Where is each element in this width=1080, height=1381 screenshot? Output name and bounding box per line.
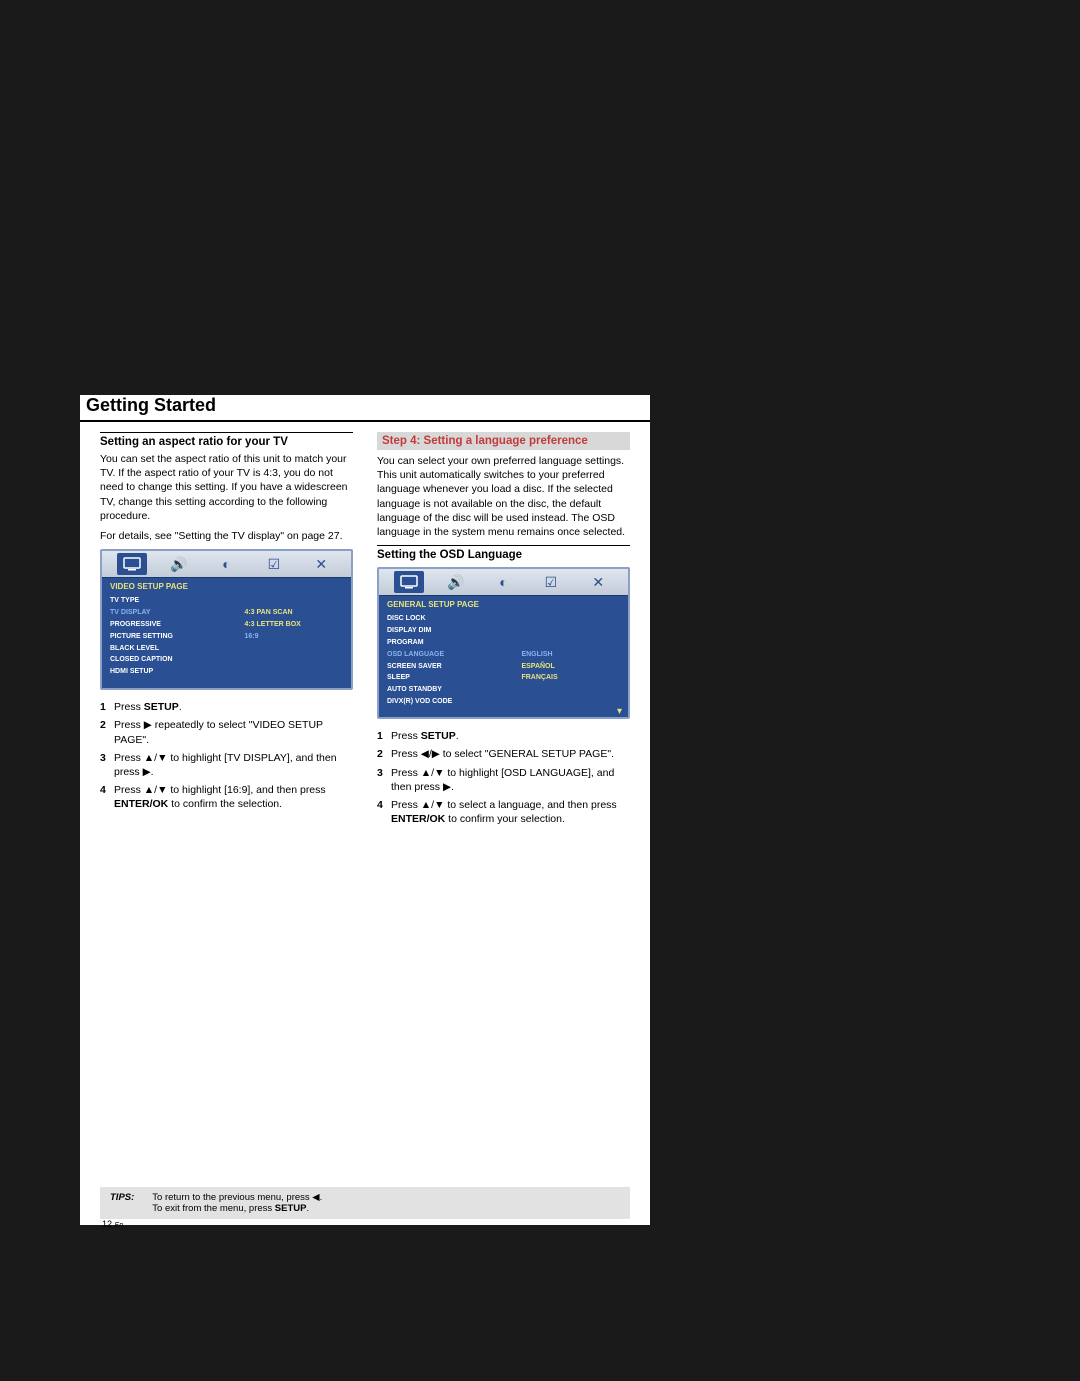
preferences-icon: ☑ (536, 571, 566, 593)
osd-tabs: 🔊 ◐ ☑ ✕ (379, 569, 628, 595)
tips-line1: To return to the previous menu, press ◀. (152, 1192, 322, 1203)
step: Press SETUP. (100, 700, 353, 714)
osd-item: HDMI SETUP (110, 666, 230, 678)
title-rule (80, 420, 650, 422)
close-icon: ✕ (306, 553, 336, 575)
osd-val-highlighted: 16:9 (244, 631, 343, 643)
right-sub-heading: Setting the OSD Language (377, 545, 630, 561)
osd-val: FRANÇAIS (521, 672, 620, 684)
page-lang: En (115, 1222, 124, 1229)
osd-item: PICTURE SETTING (110, 631, 230, 643)
step: Press ▲/▼ to highlight [TV DISPLAY], and… (100, 751, 353, 779)
right-para: You can select your own preferred langua… (377, 454, 630, 539)
left-para1: You can set the aspect ratio of this uni… (100, 452, 353, 523)
osd-item: DISC LOCK (387, 613, 507, 625)
osd-item-highlighted: OSD LANGUAGE (387, 649, 507, 661)
step-bold: SETUP (421, 730, 456, 742)
osd-item: DIVX(R) VOD CODE (387, 696, 507, 708)
step: Press ◀/▶ to select "GENERAL SETUP PAGE"… (377, 747, 630, 761)
tv-icon (117, 553, 147, 575)
step-bold: ENTER/OK (114, 798, 168, 810)
tips-bar: TIPS: To return to the previous menu, pr… (100, 1187, 630, 1219)
video-setup-osd: 🔊 ◐ ☑ ✕ VIDEO SETUP PAGE TV TYPE TV DISP… (100, 549, 353, 690)
tv-icon (394, 571, 424, 593)
general-setup-osd: 🔊 ◐ ☑ ✕ GENERAL SETUP PAGE DISC LOCK DIS… (377, 567, 630, 719)
step-text: . (179, 701, 182, 713)
osd-item: BLACK LEVEL (110, 643, 230, 655)
tips-line2: To exit from the menu, press (152, 1203, 275, 1214)
page-number: 12 En (102, 1219, 123, 1229)
step-text: Press ▲/▼ to highlight [16:9], and then … (114, 784, 326, 796)
osd-right-values: . 4:3 PAN SCAN 4:3 LETTER BOX 16:9 (244, 595, 343, 678)
osd-right-values: . . . ENGLISH ESPAÑOL FRANÇAIS (521, 613, 620, 708)
left-para2: For details, see "Setting the TV display… (100, 529, 353, 543)
osd-item: CLOSED CAPTION (110, 654, 230, 666)
tips-post: . (306, 1203, 309, 1214)
osd-val-highlighted: ENGLISH (521, 649, 620, 661)
speaker-icon: 🔊 (441, 571, 471, 593)
page-title: Getting Started (80, 395, 650, 416)
step-bold: SETUP (144, 701, 179, 713)
osd-val: 4:3 PAN SCAN (244, 607, 343, 619)
osd-header-general: GENERAL SETUP PAGE (379, 595, 628, 611)
osd-item: SLEEP (387, 672, 507, 684)
close-icon: ✕ (583, 571, 613, 593)
osd-item: TV TYPE (110, 595, 230, 607)
tips-text: To return to the previous menu, press ◀.… (152, 1192, 322, 1214)
step-bold: ENTER/OK (391, 813, 445, 825)
step-text: Press (114, 701, 144, 713)
speaker-icon: 🔊 (164, 553, 194, 575)
step: Press SETUP. (377, 729, 630, 743)
dolby-icon: ◐ (488, 571, 518, 593)
osd-header-video: VIDEO SETUP PAGE (102, 577, 351, 593)
step-text: . (456, 730, 459, 742)
osd-item: PROGRESSIVE (110, 619, 230, 631)
tips-label: TIPS: (110, 1192, 134, 1214)
osd-tabs: 🔊 ◐ ☑ ✕ (102, 551, 351, 577)
step-text: Press (391, 730, 421, 742)
step: Press ▲/▼ to highlight [16:9], and then … (100, 783, 353, 811)
page-num-value: 12 (102, 1219, 112, 1229)
osd-item: AUTO STANDBY (387, 684, 507, 696)
right-column: Step 4: Setting a language preference Yo… (377, 432, 630, 830)
osd-val: ESPAÑOL (521, 661, 620, 673)
right-heading: Step 4: Setting a language preference (377, 432, 630, 450)
preferences-icon: ☑ (259, 553, 289, 575)
main-columns: Setting an aspect ratio for your TV You … (80, 432, 650, 830)
dolby-icon: ◐ (211, 553, 241, 575)
osd-item-highlighted: TV DISPLAY (110, 607, 230, 619)
left-column: Setting an aspect ratio for your TV You … (100, 432, 353, 830)
tips-bold: SETUP (275, 1203, 307, 1214)
osd-left-items: TV TYPE TV DISPLAY PROGRESSIVE PICTURE S… (110, 595, 230, 678)
osd-item: SCREEN SAVER (387, 661, 507, 673)
step-text: to confirm the selection. (168, 798, 282, 810)
step-text: to confirm your selection. (445, 813, 565, 825)
osd-val: 4:3 LETTER BOX (244, 619, 343, 631)
osd-item: DISPLAY DIM (387, 625, 507, 637)
step-text: Press ▲/▼ to select a language, and then… (391, 799, 617, 811)
step: Press ▲/▼ to highlight [OSD LANGUAGE], a… (377, 766, 630, 794)
step: Press ▲/▼ to select a language, and then… (377, 798, 630, 826)
step: Press ▶ repeatedly to select "VIDEO SETU… (100, 718, 353, 746)
left-heading: Setting an aspect ratio for your TV (100, 432, 353, 448)
left-steps: Press SETUP. Press ▶ repeatedly to selec… (100, 700, 353, 811)
osd-left-items: DISC LOCK DISPLAY DIM PROGRAM OSD LANGUA… (387, 613, 507, 708)
osd-item: PROGRAM (387, 637, 507, 649)
right-steps: Press SETUP. Press ◀/▶ to select "GENERA… (377, 729, 630, 826)
